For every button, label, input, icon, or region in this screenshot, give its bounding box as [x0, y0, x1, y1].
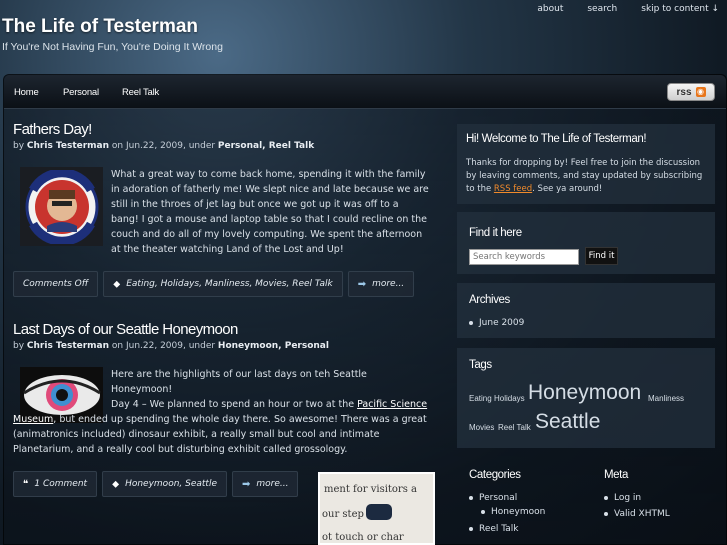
post-body: What a great way to come back home, spen…: [111, 169, 429, 255]
tags-chip[interactable]: ⬥ Eating, Holidays, Manliness, Movies, Re…: [103, 271, 343, 297]
site-tagline: If You're Not Having Fun, You're Doing I…: [2, 41, 223, 53]
welcome-text: Thanks for dropping by! Feel free to joi…: [466, 157, 710, 196]
rss-icon: ◉: [695, 87, 706, 97]
archives-title: Archives: [469, 294, 510, 306]
rss-button[interactable]: rss ◉: [667, 83, 715, 101]
search-input[interactable]: [469, 249, 579, 265]
post-footer-bar: Comments Off ⬥ Eating, Holidays, Manlines…: [13, 271, 415, 297]
category-item[interactable]: Reel Talk: [469, 524, 519, 534]
category-label: Personal: [479, 493, 518, 503]
photo-sign-line: our step: [322, 509, 364, 520]
site-title[interactable]: The Life of Testerman: [2, 16, 198, 38]
post-title-fathers-day[interactable]: Fathers Day!: [13, 121, 92, 138]
find-title: Find it here: [469, 227, 522, 239]
butterfly-shape: [366, 504, 392, 520]
post-image-haverchuck: [20, 167, 103, 246]
welcome-text-b: . See ya around!: [532, 184, 603, 194]
meta-item-xhtml[interactable]: Valid XHTML: [604, 509, 670, 519]
rss-label: rss: [676, 86, 692, 98]
rss-feed-link[interactable]: RSS feed: [494, 184, 532, 194]
meta-by: by: [13, 141, 27, 151]
post-body: Day 4 – We planned to spend an hour or t…: [13, 397, 433, 457]
meta-author[interactable]: Chris Testerman: [27, 141, 109, 151]
bullet: [469, 496, 473, 500]
find-button[interactable]: Find it: [585, 247, 618, 265]
bullet: [604, 512, 608, 516]
campaign-button-image: [25, 169, 98, 244]
top-utility-nav: about search skip to content ↓: [521, 0, 727, 20]
meta-title: Meta: [604, 469, 628, 481]
post-footer-bar: ❝ 1 Comment ⬥ Honeymoon, Seattle ➡ more...: [13, 471, 299, 497]
meta-categories[interactable]: Personal, Reel Talk: [218, 141, 314, 151]
meta-date: on Jun.22, 2009, under: [109, 141, 218, 151]
post-photo-sign: ment for visitors a our step ot touch or…: [318, 472, 435, 545]
category-label: Reel Talk: [479, 524, 519, 534]
more-label: more...: [256, 479, 289, 489]
bullet: [469, 321, 473, 325]
photo-sign-line: ot touch or char: [322, 532, 404, 543]
tags-label: Honeymoon, Seattle: [125, 479, 217, 489]
bullet: [604, 496, 608, 500]
post-body-a: Day 4 – We planned to spend an hour or t…: [111, 399, 358, 410]
tag-icon: ⬥: [112, 478, 120, 490]
tag-link-reel-talk[interactable]: Reel Talk: [498, 423, 531, 432]
tags-label: Eating, Holidays, Manliness, Movies, Ree…: [126, 279, 333, 289]
category-item[interactable]: Honeymoon: [481, 507, 545, 517]
comments-label: 1 Comment: [34, 479, 88, 489]
more-chip[interactable]: ➡ more...: [347, 271, 415, 297]
tags-title: Tags: [469, 359, 492, 371]
meta-item-login[interactable]: Log in: [604, 493, 641, 503]
categories-title: Categories: [469, 469, 521, 481]
welcome-title: Hi! Welcome to The Life of Testerman!: [466, 133, 647, 145]
archives-box: [457, 283, 715, 338]
tag-link-eating[interactable]: Eating: [469, 394, 492, 403]
category-label: Honeymoon: [491, 507, 546, 517]
post-intro: Here are the highlights of our last days…: [111, 369, 367, 395]
meta-label: Log in: [614, 493, 642, 503]
main-nav: Home Personal Reel Talk rss ◉: [4, 75, 726, 109]
speech-bubble-icon: ❝: [23, 478, 29, 490]
comments-chip[interactable]: Comments Off: [13, 271, 99, 297]
nav-item-reel-talk[interactable]: Reel Talk: [122, 87, 159, 98]
photo-sign-line: ment for visitors a: [324, 484, 417, 495]
post-meta: by Chris Testerman on Jun.22, 2009, unde…: [13, 141, 314, 151]
tag-link-holidays[interactable]: Holidays: [494, 394, 525, 403]
search-link[interactable]: search: [571, 0, 625, 20]
bullet: [469, 527, 473, 531]
more-label: more...: [372, 279, 405, 289]
more-chip[interactable]: ➡ more...: [232, 471, 299, 497]
skip-to-content-link[interactable]: skip to content ↓: [625, 0, 727, 20]
meta-by: by: [13, 341, 27, 351]
bullet: [481, 510, 485, 514]
meta-categories[interactable]: Honeymoon, Personal: [218, 341, 329, 351]
category-item[interactable]: Personal: [469, 493, 517, 503]
arrow-right-icon: ➡: [242, 478, 251, 490]
post-title-seattle-honeymoon[interactable]: Last Days of our Seattle Honeymoon: [13, 321, 238, 338]
nav-item-home[interactable]: Home: [14, 87, 39, 98]
tag-link-seattle[interactable]: Seattle: [535, 410, 600, 434]
tag-link-honeymoon[interactable]: Honeymoon: [528, 381, 641, 405]
tag-link-manliness[interactable]: Manliness: [648, 394, 684, 403]
archive-label: June 2009: [479, 318, 525, 328]
meta-label: Valid XHTML: [614, 509, 670, 519]
comments-label: Comments Off: [23, 279, 89, 289]
tag-link-movies[interactable]: Movies: [469, 423, 494, 432]
meta-date: on Jun.22, 2009, under: [109, 341, 218, 351]
nav-item-personal[interactable]: Personal: [63, 87, 99, 98]
meta-author[interactable]: Chris Testerman: [27, 341, 109, 351]
comments-chip[interactable]: ❝ 1 Comment: [13, 471, 98, 497]
tag-icon: ⬥: [113, 278, 121, 290]
post-meta: by Chris Testerman on Jun.22, 2009, unde…: [13, 341, 329, 351]
arrow-right-icon: ➡: [357, 278, 367, 290]
post-body-b: , but ended up spending the whole day th…: [13, 414, 427, 455]
about-link[interactable]: about: [521, 0, 571, 20]
archive-item[interactable]: June 2009: [469, 318, 524, 328]
tags-chip[interactable]: ⬥ Honeymoon, Seattle: [102, 471, 227, 497]
